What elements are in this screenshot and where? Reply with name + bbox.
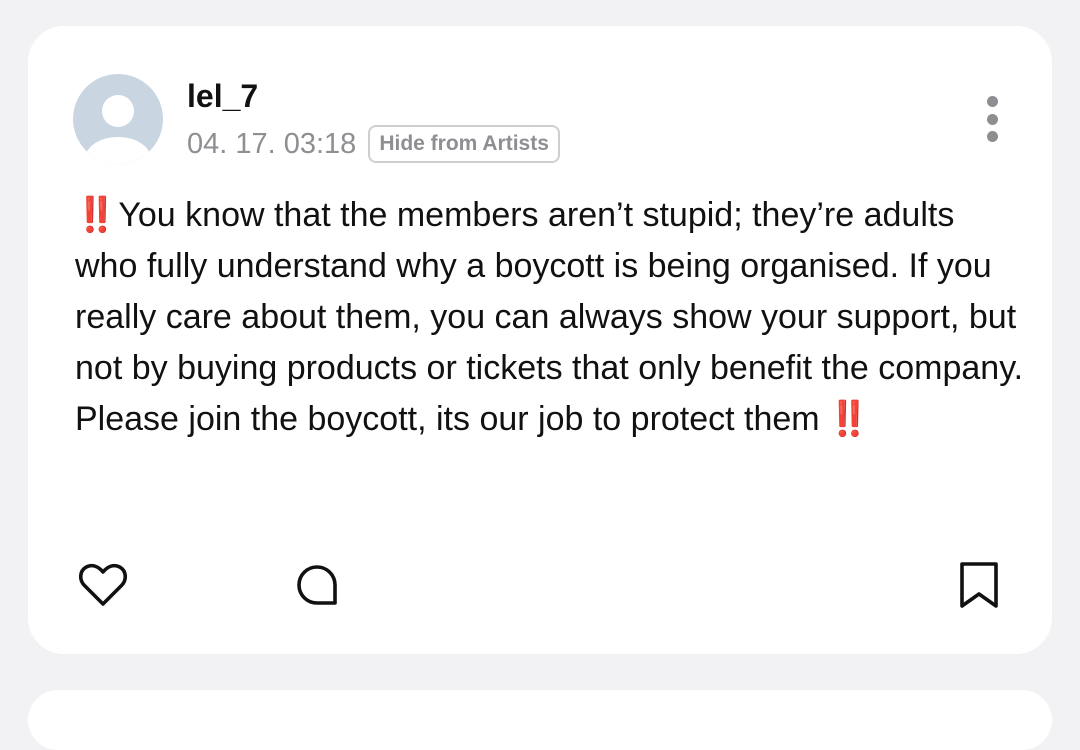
bookmark-button[interactable] xyxy=(952,558,1006,612)
more-vertical-icon-dot xyxy=(986,96,998,107)
post-meta: 04. 17. 03:18 Hide from Artists xyxy=(187,124,560,164)
default-user-avatar-icon xyxy=(85,95,151,164)
post-body-text: You know that the members aren’t stupid;… xyxy=(75,196,1024,438)
more-options-button[interactable] xyxy=(980,96,1004,142)
comment-bubble-icon xyxy=(297,565,337,605)
next-post-card xyxy=(28,690,1052,750)
avatar[interactable] xyxy=(73,74,163,164)
bookmark-outline-icon xyxy=(960,562,998,608)
more-vertical-icon-dot xyxy=(986,113,998,125)
username[interactable]: lel_7 xyxy=(187,76,258,116)
hide-from-artists-badge: Hide from Artists xyxy=(368,125,560,163)
post-text: ‼️ You know that the members aren’t stupi… xyxy=(75,190,1025,445)
more-vertical-icon-dot xyxy=(986,131,998,142)
post-timestamp: 04. 17. 03:18 xyxy=(187,128,357,160)
post-card: lel_7 04. 17. 03:18 Hide from Artists ‼️… xyxy=(28,26,1052,654)
comment-button[interactable] xyxy=(290,558,344,612)
double-exclamation-emoji: ‼️ xyxy=(75,196,117,234)
double-exclamation-emoji: ‼️ xyxy=(827,400,870,438)
heart-outline-icon xyxy=(78,563,128,606)
like-button[interactable] xyxy=(76,558,130,612)
